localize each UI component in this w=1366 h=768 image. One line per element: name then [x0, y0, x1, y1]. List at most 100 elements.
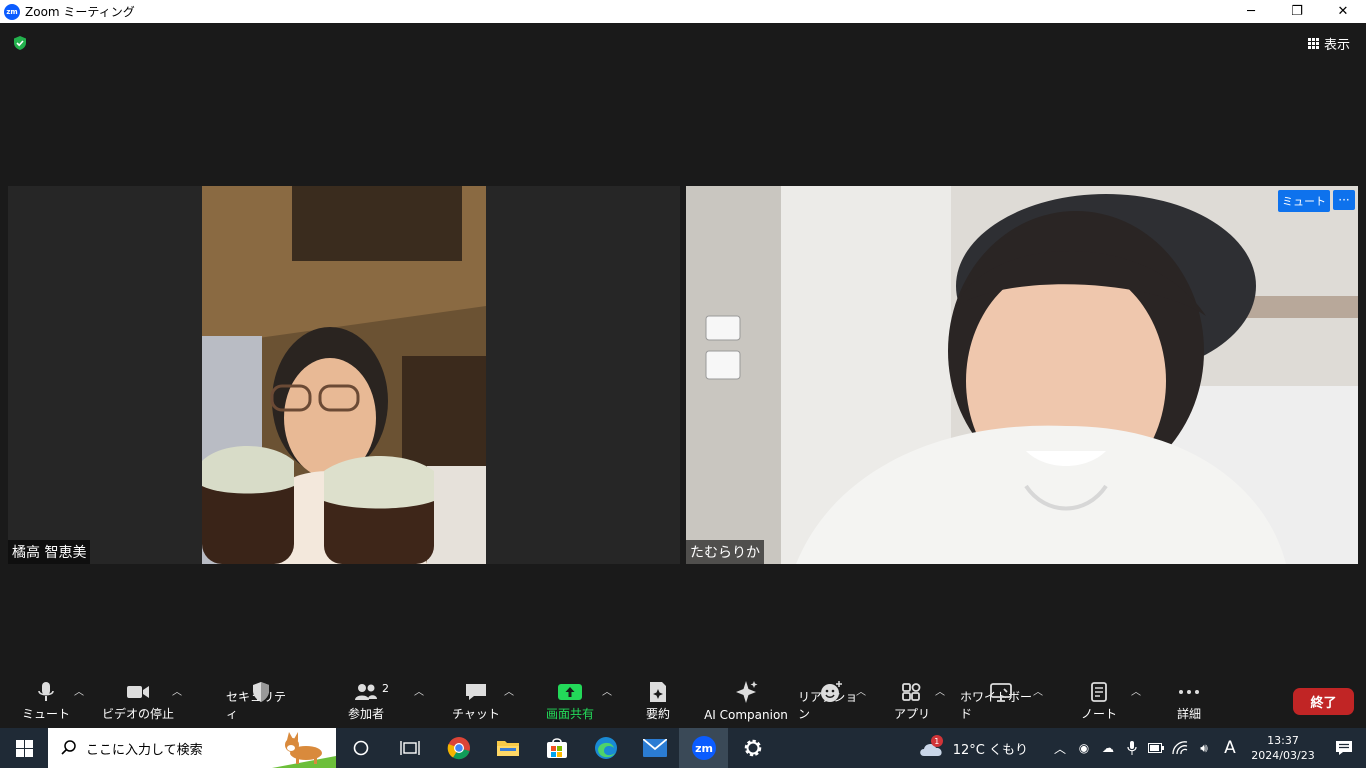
share-screen-label: 画面共有: [545, 707, 594, 721]
title-bar: zm Zoom ミーティング ─ ❐ ✕: [0, 0, 1366, 23]
apps-options-chevron-up-icon[interactable]: ︿: [935, 683, 945, 698]
gear-icon: [744, 739, 761, 757]
clock-date: 2024/03/23: [1251, 749, 1315, 762]
whiteboard-options-chevron-up-icon[interactable]: ︿: [1033, 683, 1043, 698]
cortana-circle-icon: [353, 740, 368, 756]
mail-envelope-icon: [642, 739, 667, 757]
view-button[interactable]: 表示: [1307, 34, 1350, 53]
encryption-shield-icon[interactable]: [12, 35, 28, 51]
battery-icon[interactable]: [1144, 743, 1168, 753]
meeting-toolbar: ミュート ︿ ビデオの停止 ︿ セキュリティ 参加者 2 ︿ チャット ︿ 画面…: [0, 677, 1366, 728]
start-button[interactable]: [0, 728, 48, 768]
whiteboard-button[interactable]: ホワイトボード: [960, 677, 1042, 728]
video-tile-participant-1[interactable]: 橘高 智恵美: [8, 186, 680, 564]
mute-button[interactable]: ミュート: [18, 677, 74, 728]
mute-label: ミュート: [21, 707, 70, 721]
share-screen-icon: [558, 684, 582, 700]
windows-logo-icon: [15, 739, 33, 757]
video-options-chevron-up-icon[interactable]: ︿: [172, 683, 182, 698]
windows-taskbar: ここに入力して検索 zm 1 12°C くもり ︿ ◉ ☁ 🔊︎ A 13:37…: [0, 728, 1366, 768]
view-label: 表示: [1323, 38, 1350, 53]
restore-button[interactable]: ❐: [1274, 0, 1320, 23]
folder-icon: [496, 741, 519, 756]
wifi-icon[interactable]: [1168, 741, 1192, 755]
share-options-chevron-up-icon[interactable]: ︿: [602, 683, 612, 698]
participants-icon: [355, 684, 377, 700]
search-highlight-dog-icon: [272, 732, 336, 768]
participant-count: 2: [382, 682, 389, 695]
stop-video-button[interactable]: ビデオの停止: [100, 677, 176, 728]
meeting-area: 表示 橘高 智恵美 ミュート ··· たむらりか: [0, 23, 1366, 677]
video-camera-icon: [127, 686, 149, 698]
weather-widget[interactable]: 1: [917, 735, 947, 757]
volume-icon[interactable]: 🔊︎: [1192, 741, 1216, 756]
taskbar-settings[interactable]: [728, 728, 777, 768]
participant-video: [686, 186, 1358, 564]
window-controls: ─ ❐ ✕: [1228, 0, 1366, 23]
notifications-icon[interactable]: [1322, 740, 1366, 756]
taskbar-zoom[interactable]: zm: [679, 728, 728, 768]
store-bag-icon: [546, 738, 567, 758]
summary-document-icon: [650, 682, 666, 702]
taskbar-file-explorer[interactable]: [483, 728, 532, 768]
zoom-app-icon: zm: [691, 736, 716, 760]
mute-badge[interactable]: ミュート: [1278, 190, 1330, 212]
ai-companion-button[interactable]: AI Companion: [700, 677, 792, 728]
chat-label: チャット: [452, 707, 500, 721]
microphone-icon: [38, 682, 54, 701]
security-button[interactable]: セキュリティ: [226, 677, 296, 728]
notes-button[interactable]: ノート: [1078, 677, 1120, 728]
apps-button[interactable]: アプリ: [892, 677, 932, 728]
summary-button[interactable]: 要約: [638, 677, 678, 728]
svg-text:zm: zm: [695, 742, 713, 755]
apps-label: アプリ: [893, 707, 930, 721]
task-view-icon: [399, 741, 420, 755]
chat-button[interactable]: チャット: [450, 677, 502, 728]
microphone-tray-icon[interactable]: [1120, 741, 1144, 755]
summary-label: 要約: [645, 707, 670, 721]
more-dots-icon: [1179, 690, 1199, 694]
chat-bubble-icon: [466, 684, 486, 700]
clock[interactable]: 13:37 2024/03/23: [1244, 733, 1322, 763]
more-options-button[interactable]: ···: [1333, 190, 1355, 210]
video-tile-participant-2[interactable]: ミュート ··· たむらりか: [686, 186, 1358, 564]
participant-video: [202, 186, 486, 564]
notes-options-chevron-up-icon[interactable]: ︿: [1131, 683, 1141, 698]
reactions-options-chevron-up-icon[interactable]: ︿: [856, 683, 866, 698]
whiteboard-icon: [990, 683, 1012, 702]
taskbar-microsoft-store[interactable]: [532, 728, 581, 768]
cortana-button[interactable]: [336, 728, 385, 768]
task-view-button[interactable]: [385, 728, 434, 768]
ai-companion-label: AI Companion: [704, 708, 788, 722]
taskbar-mail[interactable]: [630, 728, 679, 768]
grid-icon: [1307, 38, 1319, 49]
notes-icon: [1091, 682, 1107, 702]
smiley-face-icon: [821, 681, 842, 702]
close-button[interactable]: ✕: [1320, 0, 1366, 23]
show-hidden-icons-chevron-icon[interactable]: ︿: [1048, 740, 1072, 757]
ai-sparkle-icon: [736, 681, 758, 703]
taskbar-search-box[interactable]: ここに入力して検索: [48, 728, 336, 768]
onedrive-cloud-icon[interactable]: ☁: [1096, 741, 1120, 755]
weather-text[interactable]: 12°C くもり: [953, 739, 1028, 758]
apps-icon: [902, 683, 921, 701]
zoom-logo-icon: zm: [4, 3, 20, 20]
chat-options-chevron-up-icon[interactable]: ︿: [504, 683, 514, 698]
participant-name: 橘高 智恵美: [8, 540, 91, 564]
end-meeting-button[interactable]: 終了: [1293, 688, 1354, 715]
stop-video-label: ビデオの停止: [101, 707, 174, 721]
shield-icon: [253, 682, 269, 702]
share-screen-button[interactable]: 画面共有: [540, 677, 600, 728]
taskbar-edge[interactable]: [581, 728, 630, 768]
mute-options-chevron-up-icon[interactable]: ︿: [74, 683, 84, 698]
reactions-button[interactable]: リアクション: [798, 677, 864, 728]
more-button[interactable]: 詳細: [1168, 677, 1210, 728]
taskbar-chrome[interactable]: [434, 728, 483, 768]
edge-icon: [594, 737, 617, 759]
record-icon[interactable]: ◉: [1072, 741, 1096, 755]
ime-indicator[interactable]: A: [1216, 738, 1244, 758]
minimize-button[interactable]: ─: [1228, 0, 1274, 23]
search-icon: [61, 740, 76, 755]
participants-options-chevron-up-icon[interactable]: ︿: [414, 683, 424, 698]
chrome-icon: [447, 737, 470, 760]
